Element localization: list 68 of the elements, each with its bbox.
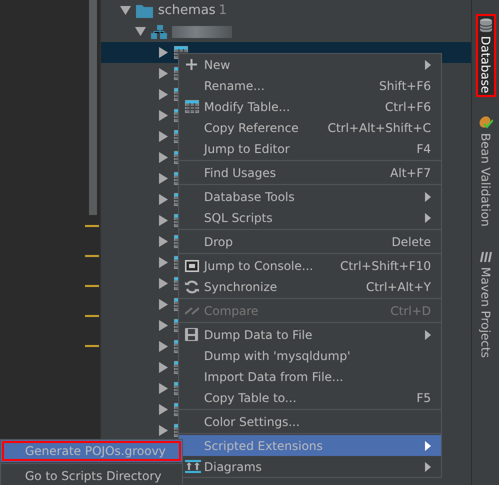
table-icon: [185, 100, 199, 113]
menu-item[interactable]: Jump to Console... Ctrl+Shift+F10: [179, 255, 441, 276]
sync-icon: [185, 280, 199, 294]
schema-icon: [151, 24, 167, 38]
change-marker: [85, 225, 99, 227]
scrollbar[interactable]: [89, 0, 97, 215]
console-icon: [185, 260, 199, 272]
menu-item[interactable]: Rename... Shift+F6: [179, 75, 441, 96]
collapsed-arrow-icon[interactable]: [158, 425, 169, 436]
plus-icon: [185, 58, 198, 71]
submenu-arrow-icon: [425, 212, 431, 222]
menu-item[interactable]: Go to Scripts Directory: [1, 465, 182, 485]
collapsed-arrow-icon[interactable]: [158, 131, 169, 142]
save-icon: [185, 328, 198, 341]
collapsed-arrow-icon[interactable]: [158, 110, 169, 121]
submenu-arrow-icon: [425, 330, 431, 340]
collapsed-arrow-icon[interactable]: [158, 173, 169, 184]
menu-item[interactable]: Database Tools: [179, 186, 441, 207]
collapsed-arrow-icon[interactable]: [158, 362, 169, 373]
collapsed-arrow-icon[interactable]: [158, 47, 169, 58]
collapsed-arrow-icon[interactable]: [158, 383, 169, 394]
menu-item[interactable]: Copy Table to... F5: [179, 387, 441, 408]
change-marker: [85, 315, 99, 317]
menu-item[interactable]: Color Settings...: [179, 411, 441, 432]
change-marker: [85, 345, 99, 347]
change-marker: [85, 255, 99, 257]
compare-icon: [185, 304, 199, 316]
menu-item[interactable]: Dump Data to File: [179, 324, 441, 345]
collapsed-arrow-icon[interactable]: [158, 341, 169, 352]
menu-item[interactable]: Modify Table... Ctrl+F6: [179, 96, 441, 117]
menu-item[interactable]: SQL Scripts: [179, 207, 441, 228]
collapsed-arrow-icon[interactable]: [158, 278, 169, 289]
tool-window-tab[interactable]: Bean Validation: [476, 111, 496, 231]
collapsed-arrow-icon[interactable]: [158, 236, 169, 247]
change-marker: [85, 285, 99, 287]
tool-window-tab[interactable]: Database: [476, 14, 496, 98]
collapsed-arrow-icon[interactable]: [158, 404, 169, 415]
expanded-arrow-icon[interactable]: [120, 5, 131, 16]
submenu-arrow-icon: [425, 60, 431, 70]
folder-icon: [136, 4, 153, 18]
item-count: 1: [218, 3, 227, 18]
menu-item[interactable]: Find Usages Alt+F7: [179, 162, 441, 183]
menu-item[interactable]: Drop Delete: [179, 231, 441, 252]
menu-item[interactable]: Diagrams: [179, 456, 441, 477]
collapsed-arrow-icon[interactable]: [158, 152, 169, 163]
menu-item[interactable]: Jump to Editor F4: [179, 138, 441, 159]
menu-item[interactable]: Import Data from File...: [179, 366, 441, 387]
menu-item[interactable]: Copy Reference Ctrl+Alt+Shift+C: [179, 117, 441, 138]
submenu-arrow-icon: [425, 440, 431, 450]
bean-icon: [478, 115, 492, 130]
menu-item[interactable]: Synchronize Ctrl+Alt+Y: [179, 276, 441, 297]
menu-item[interactable]: Dump with 'mysqldump': [179, 345, 441, 366]
collapsed-arrow-icon[interactable]: [158, 215, 169, 226]
expanded-arrow-icon[interactable]: [135, 26, 146, 37]
collapsed-arrow-icon[interactable]: [158, 257, 169, 268]
collapsed-arrow-icon[interactable]: [158, 68, 169, 79]
collapsed-arrow-icon[interactable]: [158, 299, 169, 310]
blurred-name: [172, 26, 232, 38]
menu-item[interactable]: New: [179, 54, 441, 75]
tool-window-tab[interactable]: Maven Projects: [476, 244, 496, 362]
folder-label: schemas: [158, 3, 216, 18]
collapsed-arrow-icon[interactable]: [158, 194, 169, 205]
submenu-arrow-icon: [425, 192, 431, 202]
submenu-arrow-icon: [425, 462, 431, 472]
database-icon: [478, 18, 492, 32]
collapsed-arrow-icon[interactable]: [158, 89, 169, 100]
diagram-icon: [185, 460, 201, 473]
collapsed-arrow-icon[interactable]: [158, 320, 169, 331]
